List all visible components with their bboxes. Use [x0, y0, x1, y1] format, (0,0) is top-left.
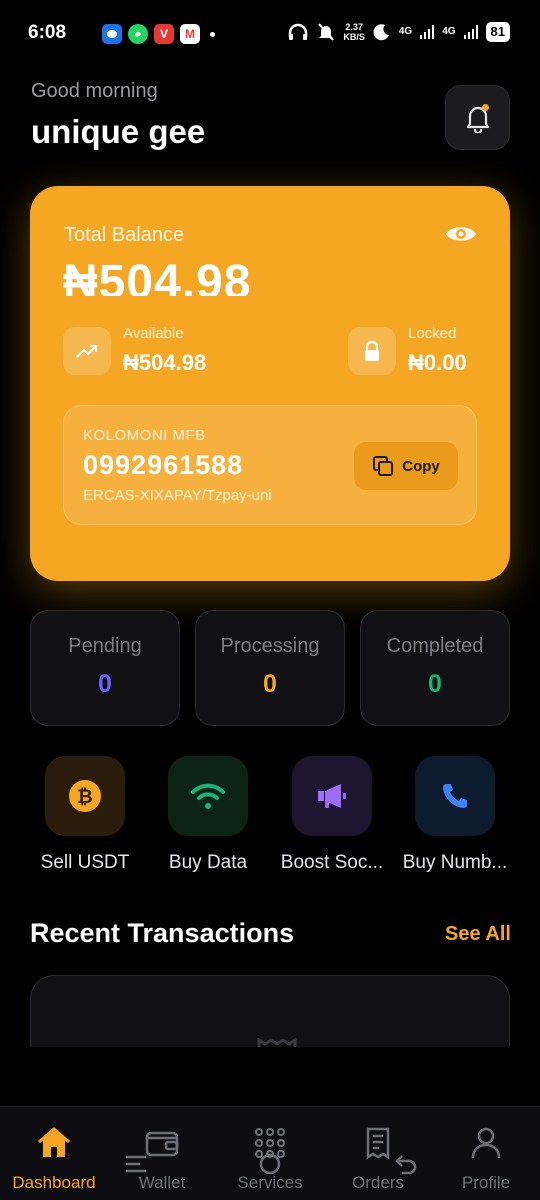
- more-notifications-dot: [210, 31, 215, 37]
- copy-label: Copy: [402, 457, 440, 475]
- quick-action-label: Boost Soc...: [280, 852, 384, 873]
- username: unique gee: [31, 113, 206, 150]
- messages-app-icon: [102, 24, 122, 44]
- notification-badge: [482, 104, 489, 111]
- stat-label: Completed: [386, 635, 484, 657]
- nav-label: Services: [237, 1173, 303, 1192]
- wifi-icon: [168, 756, 248, 836]
- nav-profile[interactable]: Profile: [432, 1125, 540, 1193]
- mute-bell-icon: [318, 23, 335, 41]
- total-balance-label: Total Balance: [64, 224, 185, 246]
- status-time: 6:08: [28, 22, 67, 43]
- stat-completed[interactable]: Completed 0: [360, 610, 510, 726]
- nav-label: Orders: [352, 1173, 404, 1192]
- bitcoin-icon: ₿: [45, 756, 125, 836]
- receipt-icon: [257, 1038, 297, 1047]
- eye-icon[interactable]: [444, 222, 478, 246]
- signal-icon: [463, 25, 478, 39]
- locked-value: ₦0.00: [408, 350, 467, 375]
- total-balance-amount: ₦504.98: [63, 256, 252, 296]
- home-gesture-icon[interactable]: [258, 1152, 282, 1176]
- available-value: ₦504.98: [123, 350, 207, 375]
- stat-processing[interactable]: Processing 0: [195, 610, 345, 726]
- signal-icon: [420, 25, 435, 39]
- menu-gesture-icon[interactable]: [124, 1152, 148, 1176]
- greeting-text: Good morning: [31, 80, 158, 102]
- nav-label: Profile: [461, 1173, 511, 1192]
- quick-action-buy-data[interactable]: Buy Data: [146, 756, 270, 874]
- nav-label: Wallet: [138, 1173, 186, 1192]
- svg-text:₿: ₿: [77, 786, 92, 808]
- quick-action-label: Sell USDT: [40, 852, 130, 873]
- notifications-button[interactable]: [445, 85, 510, 150]
- virtual-account-box: KOLOMONI MFB 0992961588 ERCAS-XIXAPAY/Tz…: [63, 405, 477, 525]
- stat-label: Processing: [220, 635, 320, 657]
- copy-icon: [373, 456, 394, 476]
- phone-icon: [415, 756, 495, 836]
- vivaldi-icon: V: [154, 24, 174, 44]
- stat-label: Pending: [68, 635, 142, 657]
- bank-name: KOLOMONI MFB: [83, 427, 206, 444]
- stat-value: 0: [98, 670, 112, 698]
- gmail-icon: M: [180, 24, 200, 44]
- balance-card: Total Balance ₦504.98 Available ₦504.98 …: [30, 186, 510, 581]
- home-icon: [0, 1125, 108, 1161]
- moon-icon: [373, 24, 389, 41]
- headphones-icon: [289, 23, 308, 40]
- battery-level: 81: [485, 22, 510, 42]
- user-icon: [432, 1125, 540, 1161]
- recent-transactions-card: [30, 975, 510, 1047]
- quick-action-label: Buy Numb...: [402, 852, 508, 873]
- account-name: ERCAS-XIXAPAY/Tzpay-uni: [83, 487, 272, 504]
- stat-value: 0: [428, 670, 442, 698]
- back-gesture-icon[interactable]: [394, 1152, 418, 1176]
- available-label: Available: [123, 325, 184, 342]
- copy-button[interactable]: Copy: [354, 442, 458, 490]
- megaphone-icon: [292, 756, 372, 836]
- notification-icons: V M: [102, 24, 215, 44]
- trend-up-icon: [63, 327, 111, 375]
- network-speed: 2.37 KB/S: [343, 22, 365, 42]
- stat-value: 0: [263, 670, 277, 698]
- stat-pending[interactable]: Pending 0: [30, 610, 180, 726]
- locked-label: Locked: [408, 325, 457, 342]
- recent-transactions-title: Recent Transactions: [30, 918, 295, 948]
- quick-action-sell-usdt[interactable]: ₿ Sell USDT: [23, 756, 147, 874]
- quick-action-boost-social[interactable]: Boost Soc...: [270, 756, 394, 874]
- lock-icon: [348, 327, 396, 375]
- network-4g-2: 4G: [442, 26, 456, 37]
- status-indicators: 2.37 KB/S 4G 4G 81: [287, 22, 510, 42]
- nav-label: Dashboard: [12, 1173, 96, 1192]
- status-bar: 6:08 V M 2.37 KB/S 4G 4G 81: [0, 0, 540, 68]
- nav-dashboard[interactable]: Dashboard: [0, 1125, 108, 1193]
- whatsapp-icon: [128, 24, 148, 44]
- quick-action-buy-numbers[interactable]: Buy Numb...: [393, 756, 517, 874]
- network-4g-1: 4G: [398, 26, 413, 37]
- see-all-link[interactable]: See All: [445, 923, 511, 946]
- account-number: 0992961588: [83, 450, 244, 480]
- quick-action-label: Buy Data: [168, 852, 248, 873]
